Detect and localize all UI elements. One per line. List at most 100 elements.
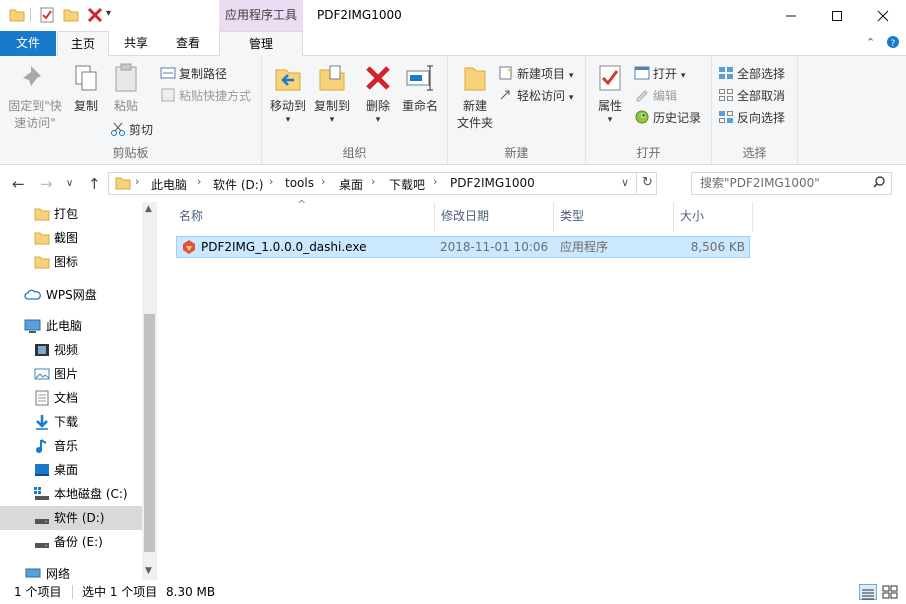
selected-count: 选中 1 个项目 — [82, 585, 158, 599]
nav-item-drive-c[interactable]: 本地磁盘 (C:) — [0, 482, 142, 506]
delete-button[interactable]: 删除 ▾ — [362, 62, 394, 125]
pin-quick-access-button[interactable]: 固定到"快 速访问" — [4, 62, 66, 132]
nav-item-videos[interactable]: 视频 — [0, 338, 142, 362]
rename-icon — [404, 62, 436, 94]
file-row[interactable]: PDF2IMG_1.0.0.0_dashi.exe 2018-11-01 10:… — [176, 236, 750, 258]
scroll-down-arrow-icon[interactable]: ▼ — [145, 566, 152, 576]
breadcrumb-separator[interactable]: › — [135, 175, 139, 188]
scroll-up-arrow-icon[interactable]: ▲ — [145, 204, 152, 214]
invert-selection-button[interactable]: 反向选择 — [718, 108, 785, 128]
divider — [30, 8, 31, 22]
pin-label-2: 速访问" — [14, 116, 56, 130]
nav-item-documents[interactable]: 文档 — [0, 386, 142, 410]
maximize-button[interactable] — [814, 0, 860, 31]
column-header-modified[interactable]: 修改日期 — [435, 202, 554, 232]
new-folder-icon[interactable] — [62, 6, 80, 24]
forward-arrow-icon[interactable]: → — [40, 175, 53, 193]
edit-button[interactable]: 编辑 — [634, 86, 677, 106]
edit-icon — [634, 88, 650, 102]
refresh-icon[interactable]: ↻ — [642, 175, 653, 190]
open-button[interactable]: 打开 ▾ — [634, 64, 685, 84]
nav-item-network[interactable]: 网络 — [0, 562, 142, 581]
properties-icon[interactable] — [38, 6, 56, 24]
easy-access-button[interactable]: 轻松访问 ▾ — [498, 86, 573, 106]
breadcrumb-current-folder[interactable]: PDF2IMG1000 — [450, 176, 535, 190]
column-header-name[interactable]: 名称 — [173, 202, 435, 232]
tab-home[interactable]: 主页 — [57, 31, 109, 57]
collapse-ribbon-icon[interactable]: ⌃ — [866, 36, 875, 49]
recent-locations-chevron-icon[interactable]: ∨ — [66, 178, 73, 189]
search-icon[interactable] — [873, 173, 885, 200]
nav-item-drive-d[interactable]: 软件 (D:) — [0, 506, 142, 530]
pin-label-1: 固定到"快 — [8, 99, 62, 113]
select-all-icon — [718, 66, 734, 80]
address-history-chevron-icon[interactable]: ∨ — [621, 176, 629, 189]
column-header-size[interactable]: 大小 — [674, 202, 753, 232]
breadcrumb-separator[interactable]: › — [433, 175, 437, 188]
help-icon[interactable]: ? — [886, 35, 900, 52]
nav-item-tubiao[interactable]: 图标 — [0, 250, 142, 274]
copy-path-button[interactable]: 复制路径 — [160, 64, 227, 84]
breadcrumb-separator[interactable]: › — [371, 175, 375, 188]
nav-item-desktop[interactable]: 桌面 — [0, 458, 142, 482]
breadcrumb-tools[interactable]: tools — [285, 176, 314, 190]
nav-item-wps-cloud[interactable]: WPS网盘 — [0, 283, 142, 307]
breadcrumb-separator[interactable]: › — [197, 175, 201, 188]
tab-view[interactable]: 查看 — [162, 31, 214, 56]
tab-file[interactable]: 文件 — [0, 31, 56, 56]
maximize-icon — [832, 10, 842, 21]
nav-pane-scrollbar-thumb[interactable] — [144, 314, 155, 552]
copy-path-icon — [160, 66, 176, 80]
column-header-type[interactable]: 类型 — [554, 202, 674, 232]
breadcrumb-separator[interactable]: › — [321, 175, 325, 188]
paste-button[interactable]: 粘贴 — [108, 62, 144, 115]
select-all-button[interactable]: 全部选择 — [718, 64, 785, 84]
easy-access-icon — [498, 88, 514, 102]
folder-icon — [34, 230, 50, 246]
history-button[interactable]: 历史记录 — [634, 108, 701, 128]
up-arrow-icon[interactable]: ↑ — [88, 175, 101, 193]
minimize-button[interactable] — [768, 0, 814, 31]
rename-button[interactable]: 重命名 — [398, 62, 442, 115]
new-folder-label-1: 新建 — [462, 99, 487, 113]
nav-item-this-pc[interactable]: 此电脑 — [0, 314, 142, 338]
cut-button[interactable]: 剪切 — [110, 120, 153, 140]
file-size: 8,506 KB — [690, 240, 745, 254]
select-none-button[interactable]: 全部取消 — [718, 86, 785, 106]
tab-manage[interactable]: 管理 — [219, 31, 303, 57]
address-bar[interactable]: › 此电脑 › 软件 (D:) › tools › 桌面 › 下载吧 › PDF… — [108, 172, 657, 195]
breadcrumb-drive-d[interactable]: 软件 (D:) — [213, 176, 263, 193]
pin-icon — [19, 62, 51, 94]
breadcrumb-desktop[interactable]: 桌面 — [339, 176, 363, 193]
nav-item-music[interactable]: 音乐 — [0, 434, 142, 458]
properties-button[interactable]: 属性 ▾ — [590, 62, 630, 125]
nav-item-pictures[interactable]: 图片 — [0, 362, 142, 386]
new-group-label: 新建 — [504, 146, 529, 160]
search-input[interactable]: 搜索"PDF2IMG1000" — [691, 172, 892, 195]
details-view-icon[interactable] — [859, 584, 877, 600]
nav-item-drive-e[interactable]: 备份 (E:) — [0, 530, 142, 554]
new-item-button[interactable]: 新建项目 ▾ — [498, 64, 573, 84]
copy-to-button[interactable]: 复制到 ▾ — [310, 62, 354, 125]
move-to-button[interactable]: 移动到 ▾ — [266, 62, 310, 125]
large-icons-view-icon[interactable] — [881, 584, 899, 600]
breadcrumb-separator[interactable]: › — [269, 175, 273, 188]
nav-item-jietu[interactable]: 截图 — [0, 226, 142, 250]
nav-item-downloads[interactable]: 下载 — [0, 410, 142, 434]
breadcrumb-xiazaiba[interactable]: 下载吧 — [389, 176, 425, 193]
folder-icon — [34, 206, 50, 222]
breadcrumb-this-pc[interactable]: 此电脑 — [151, 176, 187, 193]
delete-icon[interactable] — [86, 6, 104, 24]
nav-item-dabao[interactable]: 打包 — [0, 202, 142, 226]
address-row: ← → ∨ ↑ › 此电脑 › 软件 (D:) › tools › 桌面 › 下… — [0, 166, 906, 202]
copy-label: 复制 — [73, 99, 98, 113]
close-button[interactable] — [860, 0, 906, 31]
new-folder-button[interactable]: 新建 文件夹 — [450, 62, 500, 132]
new-group: 新建 文件夹 新建项目 ▾ 轻松访问 ▾ 新建 — [448, 56, 586, 165]
tab-share[interactable]: 共享 — [112, 31, 160, 56]
back-arrow-icon[interactable]: ← — [12, 175, 25, 193]
copy-button[interactable]: 复制 — [68, 62, 104, 115]
paste-shortcut-button[interactable]: 粘贴快捷方式 — [160, 86, 251, 106]
customize-toolbar-chevron-icon[interactable]: ▾ — [106, 8, 124, 26]
nav-pane-scrollbar[interactable]: ▲ ▼ — [142, 202, 157, 580]
